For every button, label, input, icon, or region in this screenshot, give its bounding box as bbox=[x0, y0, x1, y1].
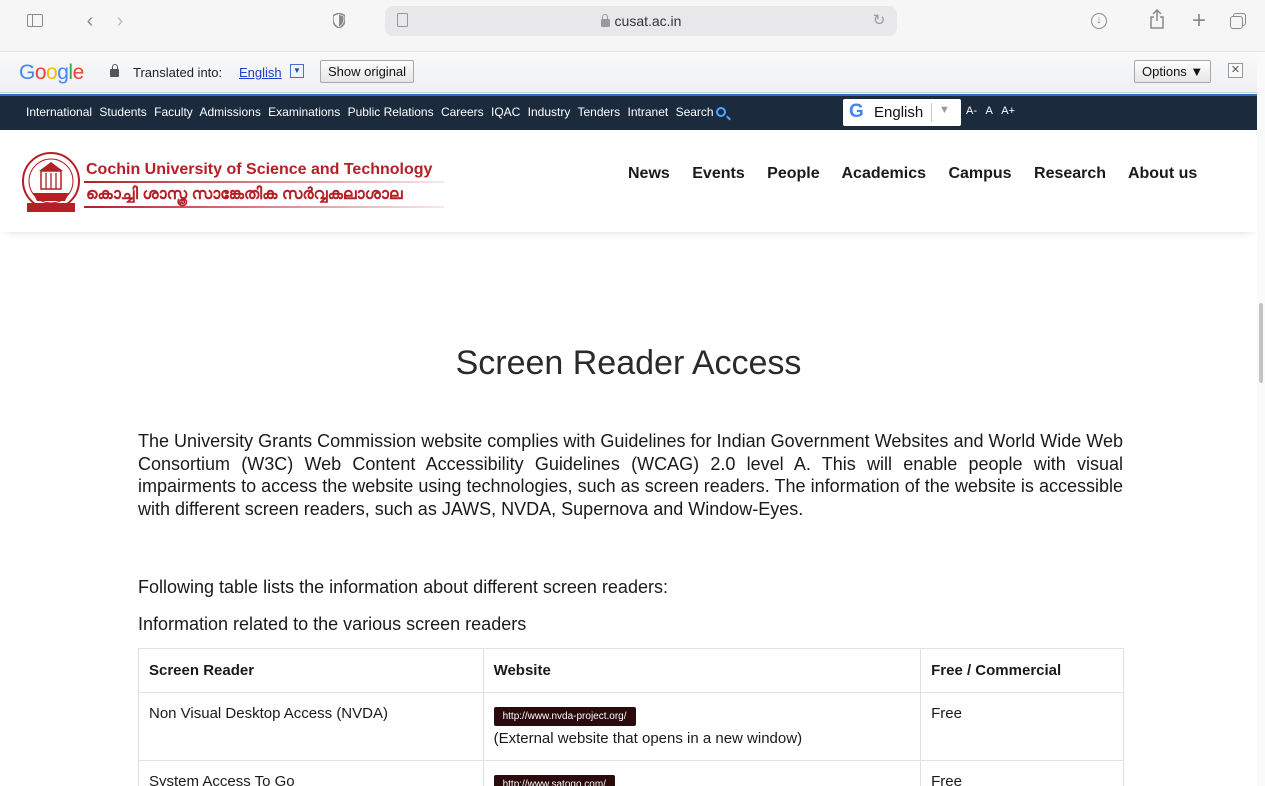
university-name-malayalam[interactable]: കൊച്ചി ശാസ്ത്ര സാങ്കേതിക സർവ്വകലാശാല bbox=[86, 186, 403, 204]
scrollbar-thumb[interactable] bbox=[1259, 303, 1263, 383]
util-link-students[interactable]: Students bbox=[99, 105, 146, 119]
sidebar-icon[interactable] bbox=[22, 9, 48, 33]
website-cell: http://www.satogo.com/ bbox=[482, 760, 922, 786]
util-link-iqac[interactable]: IQAC bbox=[491, 105, 520, 119]
util-link-industry[interactable]: Industry bbox=[528, 105, 571, 119]
address-bar[interactable]: cusat.ac.in ↻ bbox=[385, 6, 897, 36]
intro-paragraph: The University Grants Commission website… bbox=[138, 431, 1123, 519]
page-scrollbar[interactable] bbox=[1257, 53, 1265, 786]
secure-lock-icon bbox=[110, 64, 119, 77]
nav-news[interactable]: News bbox=[628, 165, 670, 182]
reader-name-cell: System Access To Go bbox=[138, 760, 484, 786]
language-dropdown-icon[interactable]: ▼ bbox=[290, 64, 304, 78]
license-cell: Free bbox=[920, 760, 1124, 786]
screen-readers-table: Screen Reader Website Free / Commercial … bbox=[138, 648, 1124, 786]
license-cell: Free bbox=[920, 692, 1124, 761]
column-header-free-commercial: Free / Commercial bbox=[920, 648, 1124, 693]
nav-research[interactable]: Research bbox=[1034, 165, 1106, 182]
forward-icon[interactable]: › bbox=[107, 9, 133, 33]
nav-about-us[interactable]: About us bbox=[1128, 165, 1197, 182]
utility-links: International Students Faculty Admission… bbox=[26, 105, 730, 119]
close-icon[interactable]: ✕ bbox=[1228, 63, 1243, 78]
nav-events[interactable]: Events bbox=[692, 165, 744, 182]
privacy-shield-icon[interactable] bbox=[326, 9, 352, 33]
dropdown-arrow-icon: ▼ bbox=[939, 104, 950, 116]
util-link-careers[interactable]: Careers bbox=[441, 105, 484, 119]
external-link-note: (External website that opens in a new wi… bbox=[493, 730, 803, 747]
back-icon[interactable]: ‹ bbox=[77, 9, 103, 33]
font-size-controls: A- A A+ bbox=[966, 105, 1021, 117]
translated-into-label: Translated into: bbox=[133, 65, 223, 80]
main-nav: News Events People Academics Campus Rese… bbox=[628, 165, 1197, 183]
search-icon bbox=[715, 107, 726, 117]
university-emblem-icon[interactable] bbox=[19, 151, 83, 215]
nav-academics[interactable]: Academics bbox=[842, 165, 927, 182]
browser-toolbar: ‹ › cusat.ac.in ↻ ↓ + bbox=[0, 0, 1265, 52]
url-display: cusat.ac.in bbox=[385, 6, 897, 36]
util-link-public-relations[interactable]: Public Relations bbox=[348, 105, 434, 119]
url-text: cusat.ac.in bbox=[614, 13, 682, 29]
download-icon[interactable]: ↓ bbox=[1086, 9, 1112, 33]
column-header-website: Website bbox=[482, 648, 922, 693]
reader-website-link[interactable]: http://www.nvda-project.org/ bbox=[493, 707, 636, 726]
column-header-screen-reader: Screen Reader bbox=[138, 648, 484, 693]
page-title: Screen Reader Access bbox=[455, 344, 802, 382]
table-row: System Access To Go http://www.satogo.co… bbox=[138, 760, 1124, 786]
table-row: Non Visual Desktop Access (NVDA) http://… bbox=[138, 692, 1124, 761]
util-link-admissions[interactable]: Admissions bbox=[199, 105, 260, 119]
university-name-english[interactable]: Cochin University of Science and Technol… bbox=[86, 161, 432, 179]
divider bbox=[84, 181, 444, 183]
font-decrease-button[interactable]: A- bbox=[966, 105, 977, 117]
reload-icon[interactable]: ↻ bbox=[867, 9, 891, 33]
utility-nav: International Students Faculty Admission… bbox=[0, 94, 1257, 130]
divider bbox=[84, 206, 444, 208]
google-logo: Google bbox=[19, 61, 84, 84]
reader-website-link[interactable]: http://www.satogo.com/ bbox=[493, 775, 615, 786]
translate-language-value: English bbox=[874, 104, 924, 121]
util-link-search[interactable]: Search bbox=[676, 105, 726, 119]
font-reset-button[interactable]: A bbox=[985, 105, 992, 117]
font-increase-button[interactable]: A+ bbox=[1001, 105, 1015, 117]
util-link-tenders[interactable]: Tenders bbox=[577, 105, 620, 119]
target-language-link[interactable]: English bbox=[239, 65, 282, 80]
translate-language-select[interactable]: G English ▼ bbox=[843, 99, 961, 126]
show-original-button[interactable]: Show original bbox=[320, 60, 415, 83]
util-link-examinations[interactable]: Examinations bbox=[268, 105, 340, 119]
table-header-row: Screen Reader Website Free / Commercial bbox=[138, 648, 1124, 693]
website-cell: http://www.nvda-project.org/ (External w… bbox=[482, 692, 922, 761]
site-header: Cochin University of Science and Technol… bbox=[0, 130, 1257, 232]
google-g-icon: G bbox=[849, 101, 864, 122]
tab-overview-icon[interactable] bbox=[1226, 9, 1252, 33]
google-translate-bar: Google Translated into: English ▼ Show o… bbox=[0, 53, 1257, 93]
share-icon[interactable] bbox=[1144, 8, 1170, 33]
table-intro-text: Following table lists the information ab… bbox=[138, 577, 668, 597]
nav-people[interactable]: People bbox=[767, 165, 819, 182]
search-label: Search bbox=[675, 105, 714, 119]
util-link-intranet[interactable]: Intranet bbox=[628, 105, 669, 119]
new-tab-icon[interactable]: + bbox=[1186, 9, 1212, 33]
table-caption: Information related to the various scree… bbox=[138, 614, 527, 634]
divider bbox=[931, 103, 932, 122]
options-button[interactable]: Options ▼ bbox=[1134, 60, 1212, 83]
util-link-international[interactable]: International bbox=[26, 105, 92, 119]
nav-campus[interactable]: Campus bbox=[948, 165, 1011, 182]
util-link-faculty[interactable]: Faculty bbox=[154, 105, 193, 119]
reader-name-cell: Non Visual Desktop Access (NVDA) bbox=[138, 692, 484, 761]
lock-icon bbox=[600, 14, 610, 27]
